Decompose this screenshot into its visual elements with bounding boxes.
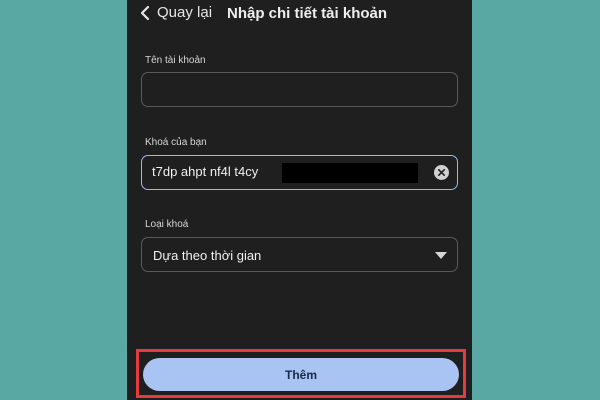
chevron-left-icon	[140, 5, 150, 20]
close-icon	[438, 169, 445, 176]
highlight-box: Thêm	[136, 349, 466, 398]
secret-key-value: t7dp ahpt nf4l t4cy	[152, 164, 259, 179]
clear-input-icon[interactable]	[434, 165, 449, 180]
caret-down-icon	[435, 252, 447, 259]
key-type-label: Loại khoá	[145, 219, 189, 230]
page-title: Nhập chi tiết tài khoản	[227, 5, 388, 22]
secret-key-input[interactable]: t7dp ahpt nf4l t4cy	[141, 155, 458, 190]
top-app-bar: Quay lại Nhập chi tiết tài khoản	[127, 0, 472, 30]
add-button[interactable]: Thêm	[143, 358, 459, 391]
back-button[interactable]: Quay lại	[139, 4, 212, 21]
account-name-input[interactable]	[141, 72, 458, 107]
back-label: Quay lại	[157, 4, 213, 21]
redaction-block	[282, 163, 418, 183]
secret-key-label: Khoá của bạn	[145, 137, 207, 148]
key-type-selected: Dựa theo thời gian	[153, 248, 262, 263]
key-type-dropdown[interactable]: Dựa theo thời gian	[141, 237, 458, 272]
add-button-label: Thêm	[284, 367, 317, 382]
phone-screen: Quay lại Nhập chi tiết tài khoản Tên tài…	[127, 0, 472, 400]
account-name-label: Tên tài khoản	[145, 55, 206, 66]
